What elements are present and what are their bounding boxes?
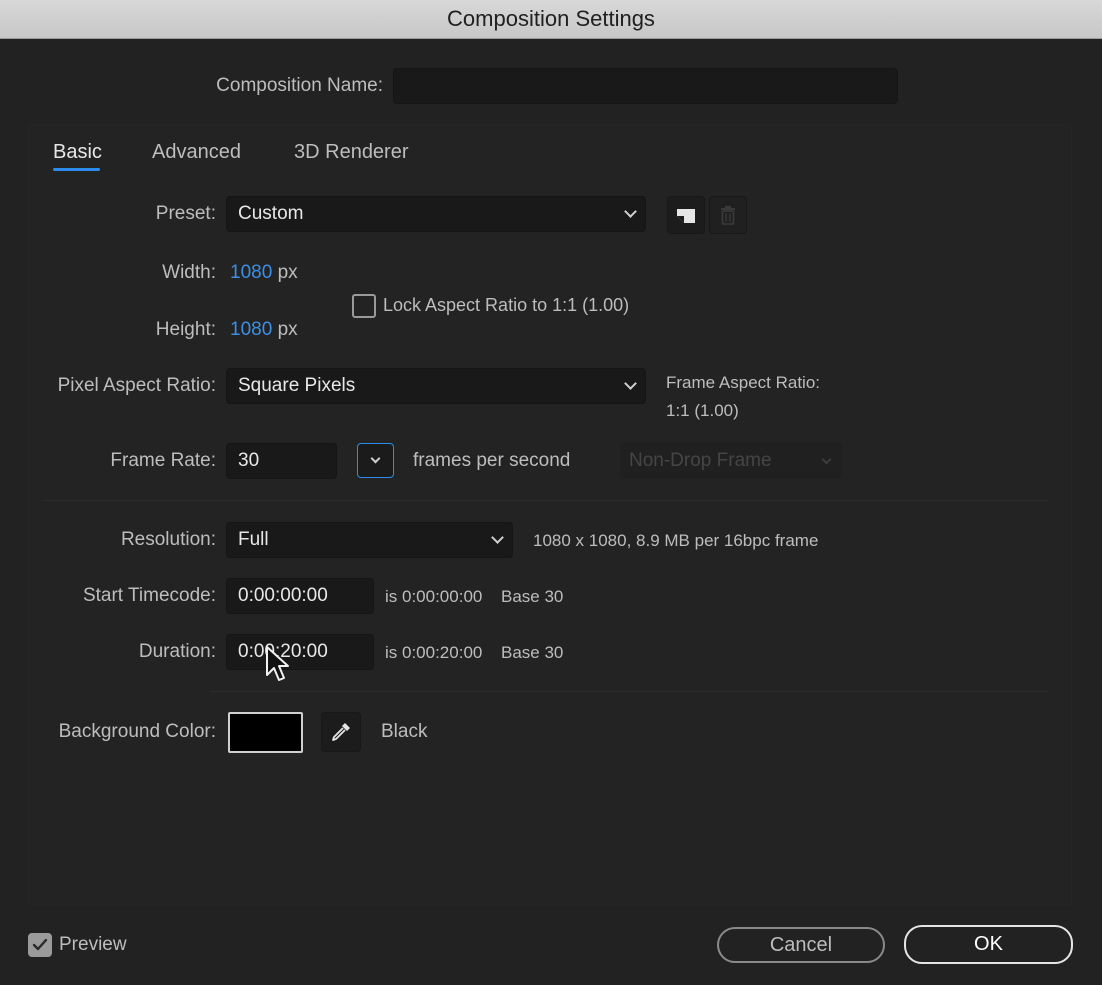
delete-preset-button[interactable]: [709, 196, 747, 234]
trash-icon: [721, 206, 735, 225]
preset-value: Custom: [238, 203, 304, 224]
frame-rate-unit: frames per second: [413, 450, 571, 471]
lock-aspect-label: Lock Aspect Ratio to 1:1 (1.00): [383, 295, 630, 315]
ok-button[interactable]: OK: [904, 925, 1073, 964]
checkmark-icon: [32, 938, 48, 951]
lock-aspect-checkbox[interactable]: [352, 294, 376, 318]
preview-label: Preview: [59, 934, 127, 955]
duration-base: Base 30: [501, 643, 564, 662]
new-preset-button[interactable]: [667, 196, 705, 234]
start-timecode-base: Base 30: [501, 587, 564, 606]
section-divider: [43, 500, 1048, 501]
frame-aspect-label: Frame Aspect Ratio:: [666, 373, 821, 392]
background-color-name: Black: [381, 721, 428, 742]
eyedropper-button[interactable]: [321, 712, 361, 752]
start-timecode-is: is 0:00:00:00: [385, 587, 483, 606]
settings-panel: [28, 124, 1072, 906]
height-label: Height:: [155, 319, 216, 340]
new-preset-icon: [677, 209, 695, 223]
width-value[interactable]: 1080: [230, 262, 272, 283]
frame-rate-input[interactable]: 30: [226, 443, 337, 479]
drop-frame-value: Non-Drop Frame: [629, 450, 772, 471]
frame-rate-dropdown-button[interactable]: [357, 443, 394, 478]
cursor-icon: [266, 646, 289, 681]
chevron-down-icon: [370, 453, 381, 464]
resolution-value: Full: [238, 529, 269, 550]
width-field: 1080 px: [230, 262, 298, 284]
resolution-dropdown[interactable]: Full: [226, 522, 513, 558]
chevron-down-icon: [624, 376, 637, 390]
window-title: Composition Settings: [0, 0, 1102, 39]
start-timecode-label: Start Timecode:: [82, 585, 216, 606]
duration-label: Duration:: [138, 641, 216, 662]
duration-is: is 0:00:20:00: [385, 643, 483, 662]
width-label: Width:: [162, 262, 216, 283]
pixel-aspect-dropdown[interactable]: Square Pixels: [226, 368, 646, 404]
frame-aspect-value: 1:1 (1.00): [666, 401, 739, 420]
preset-label: Preset:: [155, 203, 216, 224]
preview-checkbox[interactable]: [28, 933, 52, 957]
width-unit: px: [277, 262, 298, 283]
resolution-label: Resolution:: [120, 529, 216, 550]
preset-dropdown[interactable]: Custom: [226, 196, 646, 232]
eyedropper-icon: [332, 723, 350, 741]
chevron-down-icon: [491, 530, 504, 544]
frame-rate-label: Frame Rate:: [110, 450, 216, 471]
pixel-aspect-label: Pixel Aspect Ratio:: [57, 375, 216, 396]
tab-advanced[interactable]: Advanced: [152, 141, 241, 164]
section-divider: [210, 691, 1048, 692]
height-unit: px: [277, 319, 298, 340]
height-value[interactable]: 1080: [230, 319, 272, 340]
tab-3d-renderer[interactable]: 3D Renderer: [294, 141, 409, 164]
composition-name-input[interactable]: [393, 68, 898, 104]
background-color-swatch[interactable]: [228, 712, 303, 753]
start-timecode-input[interactable]: 0:00:00:00: [226, 578, 374, 614]
duration-input[interactable]: 0:00:20:00: [226, 634, 374, 670]
tab-active-indicator: [53, 168, 100, 171]
cancel-button[interactable]: Cancel: [717, 927, 885, 963]
background-color-label: Background Color:: [58, 721, 216, 742]
chevron-down-icon: [821, 454, 832, 464]
chevron-down-icon: [624, 204, 637, 218]
height-field: 1080 px: [230, 319, 298, 341]
resolution-info: 1080 x 1080, 8.9 MB per 16bpc frame: [533, 531, 819, 550]
composition-name-label: Composition Name:: [216, 75, 383, 96]
drop-frame-dropdown[interactable]: Non-Drop Frame: [620, 443, 842, 479]
pixel-aspect-value: Square Pixels: [238, 375, 356, 396]
tab-basic[interactable]: Basic: [53, 141, 102, 164]
